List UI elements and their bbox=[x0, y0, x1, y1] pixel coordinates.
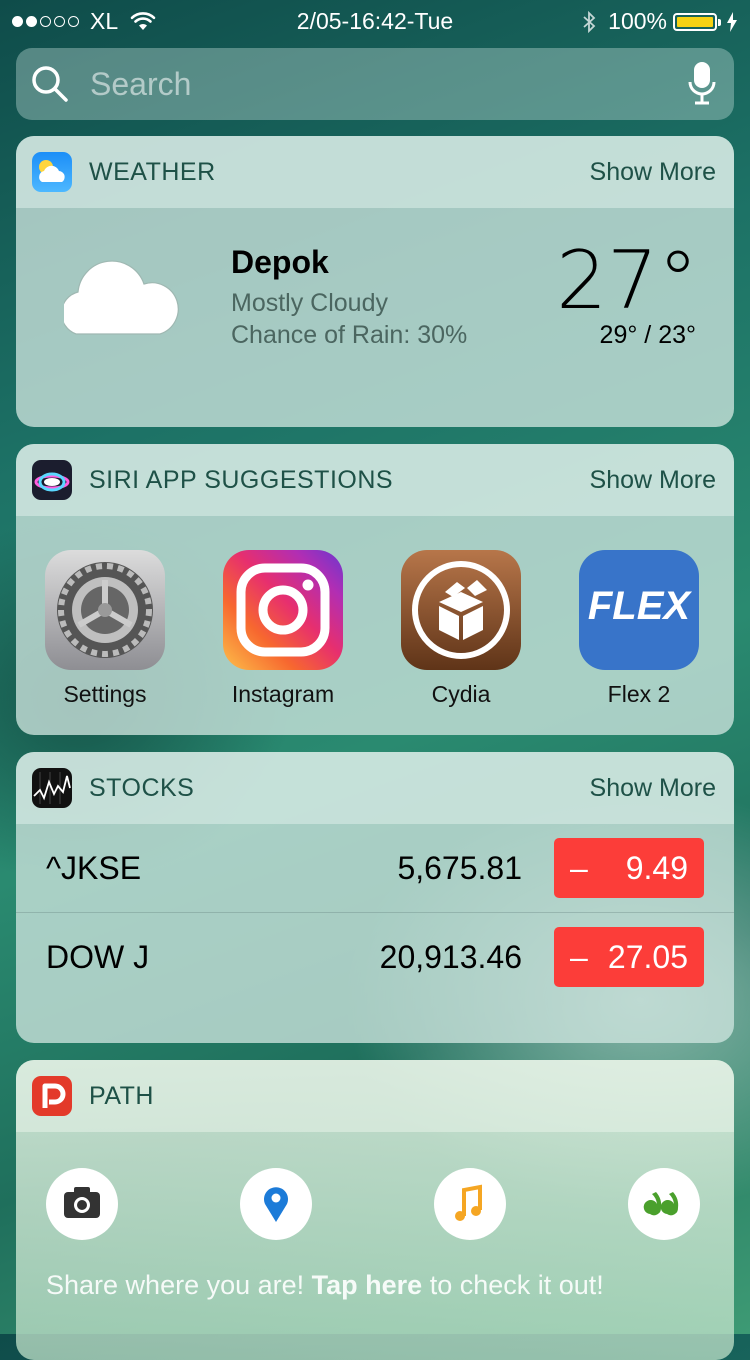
camera-button[interactable] bbox=[46, 1168, 118, 1240]
settings-gear-icon[interactable] bbox=[45, 550, 165, 670]
stock-symbol: ^JKSE bbox=[46, 850, 142, 886]
share-text-suffix: to check it out! bbox=[422, 1270, 604, 1300]
status-bar: XL 2/05-16:42-Tue 100% bbox=[0, 0, 750, 42]
stock-change-badge[interactable]: – 27.05 bbox=[554, 927, 704, 987]
stock-change-badge[interactable]: – 9.49 bbox=[554, 838, 704, 898]
app-settings[interactable]: Settings bbox=[16, 550, 194, 708]
app-instagram[interactable]: Instagram bbox=[194, 550, 372, 708]
stock-row[interactable]: ^JKSE 5,675.81 – 9.49 bbox=[16, 824, 734, 912]
stock-symbol: DOW J bbox=[46, 939, 150, 975]
search-icon bbox=[32, 66, 68, 102]
app-label: Flex 2 bbox=[607, 681, 671, 707]
status-right: 100% bbox=[582, 8, 738, 35]
cloud-icon bbox=[64, 260, 179, 335]
stocks-title: STOCKS bbox=[89, 774, 195, 802]
location-pin-icon bbox=[264, 1187, 288, 1222]
charging-bolt-icon bbox=[727, 11, 737, 32]
stocks-show-more-button[interactable]: Show More bbox=[590, 774, 716, 803]
location-button[interactable] bbox=[240, 1168, 312, 1240]
microphone-icon[interactable] bbox=[688, 61, 716, 107]
weather-high-low: 29° / 23° bbox=[599, 321, 696, 349]
siri-show-more-button[interactable]: Show More bbox=[590, 466, 716, 495]
stocks-header: STOCKS Show More bbox=[16, 752, 734, 824]
suggested-apps-row: Settings Instagram Cydia FLEX Flex 2 bbox=[16, 550, 734, 708]
stock-row[interactable]: DOW J 20,913.46 – 27.05 bbox=[16, 912, 734, 1001]
change-sign: – bbox=[570, 939, 588, 975]
search-bar[interactable]: Search bbox=[16, 48, 734, 120]
weather-show-more-button[interactable]: Show More bbox=[590, 158, 716, 187]
weather-app-icon bbox=[32, 152, 72, 192]
siri-suggestions-widget: SIRI APP SUGGESTIONS Show More Settings bbox=[16, 444, 734, 735]
app-cydia[interactable]: Cydia bbox=[372, 550, 550, 708]
change-value: 9.49 bbox=[625, 850, 688, 886]
weather-widget[interactable]: WEATHER Show More Depok Mostly Cloudy Ch… bbox=[16, 136, 734, 427]
path-title: PATH bbox=[89, 1082, 154, 1110]
music-button[interactable] bbox=[434, 1168, 506, 1240]
quote-icon bbox=[643, 1192, 679, 1216]
weather-rain-chance: Chance of Rain: 30% bbox=[231, 321, 468, 349]
weather-city: Depok bbox=[231, 244, 329, 280]
change-value: 27.05 bbox=[607, 939, 688, 975]
path-share-prompt[interactable]: Share where you are! Tap here to check i… bbox=[46, 1270, 604, 1301]
siri-title: SIRI APP SUGGESTIONS bbox=[89, 466, 394, 494]
path-app-icon bbox=[32, 1076, 72, 1116]
search-input[interactable]: Search bbox=[90, 66, 191, 103]
battery-percent: 100% bbox=[608, 8, 667, 34]
change-sign: – bbox=[570, 850, 588, 886]
app-flex[interactable]: FLEX Flex 2 bbox=[550, 550, 728, 708]
battery-icon bbox=[673, 12, 721, 31]
app-label: Settings bbox=[63, 681, 147, 707]
weather-title: WEATHER bbox=[89, 158, 216, 186]
path-widget: PATH Share where you are! Tap here to ch… bbox=[16, 1060, 734, 1360]
weather-header: WEATHER Show More bbox=[16, 136, 734, 208]
stock-price: 20,913.46 bbox=[379, 939, 522, 975]
cydia-box-icon[interactable] bbox=[401, 550, 521, 670]
bluetooth-icon bbox=[583, 10, 596, 33]
siri-icon bbox=[32, 460, 72, 500]
flex-icon[interactable]: FLEX bbox=[579, 550, 699, 670]
quote-button[interactable] bbox=[628, 1168, 700, 1240]
weather-condition: Mostly Cloudy bbox=[231, 289, 388, 317]
stocks-widget[interactable]: STOCKS Show More ^JKSE 5,675.81 – 9.49 D… bbox=[16, 752, 734, 1043]
siri-header: SIRI APP SUGGESTIONS Show More bbox=[16, 444, 734, 516]
stock-price: 5,675.81 bbox=[397, 850, 522, 886]
share-text-prefix: Share where you are! bbox=[46, 1270, 312, 1300]
instagram-camera-icon[interactable] bbox=[223, 550, 343, 670]
weather-temperature: 27° bbox=[556, 234, 698, 327]
camera-icon bbox=[64, 1187, 100, 1218]
music-note-icon bbox=[455, 1184, 482, 1221]
path-header: PATH bbox=[16, 1060, 734, 1132]
app-label: Instagram bbox=[231, 681, 335, 707]
stocks-app-icon bbox=[32, 768, 72, 808]
tap-here-link[interactable]: Tap here bbox=[312, 1270, 423, 1300]
flex-icon-text: FLEX bbox=[587, 584, 691, 628]
app-label: Cydia bbox=[431, 681, 491, 707]
